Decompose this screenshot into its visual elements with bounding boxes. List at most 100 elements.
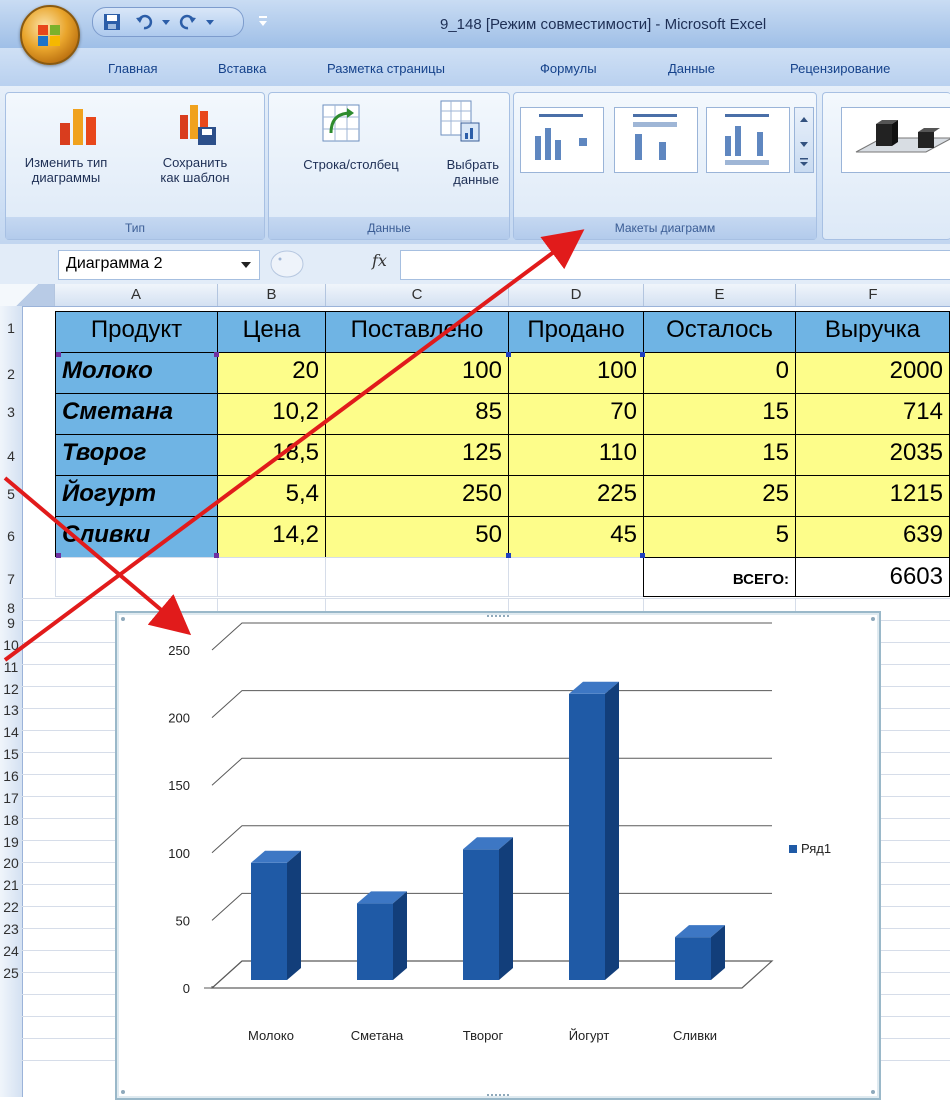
cell-e1[interactable]: Осталось: [643, 311, 796, 353]
cell-e4[interactable]: 15: [643, 434, 796, 476]
cell-d3[interactable]: 70: [508, 393, 644, 435]
cell-a1[interactable]: Продукт: [55, 311, 218, 353]
row-header-24[interactable]: 24: [0, 943, 22, 959]
row-header-1[interactable]: 1: [0, 320, 22, 336]
row-header-25[interactable]: 25: [0, 965, 22, 981]
cell-f2[interactable]: 2000: [795, 352, 950, 394]
cell-f4[interactable]: 2035: [795, 434, 950, 476]
range-handle[interactable]: [506, 553, 511, 558]
save-as-template-icon[interactable]: [174, 101, 220, 147]
chart-resize-handle-ne[interactable]: [869, 615, 877, 623]
cell-c6[interactable]: 50: [325, 516, 509, 558]
range-handle[interactable]: [506, 352, 511, 357]
row-header-14[interactable]: 14: [0, 724, 22, 740]
cell-c3[interactable]: 85: [325, 393, 509, 435]
change-chart-type-button[interactable]: Изменить тип диаграммы: [6, 155, 126, 185]
switch-row-column-icon[interactable]: [321, 103, 361, 143]
cell-f7[interactable]: 6603: [795, 557, 950, 597]
switch-row-column-button[interactable]: Строка/столбец: [281, 157, 421, 172]
cell-f6[interactable]: 639: [795, 516, 950, 558]
tab-review[interactable]: Рецензирование: [790, 61, 890, 76]
column-header-a[interactable]: A: [55, 284, 218, 306]
cell-a5[interactable]: Йогурт: [55, 475, 218, 517]
row-header-3[interactable]: 3: [0, 404, 22, 420]
cell-a2[interactable]: Молоко: [55, 352, 218, 394]
layouts-scroll[interactable]: [794, 107, 814, 173]
range-handle[interactable]: [640, 553, 645, 558]
cell-d2[interactable]: 100: [508, 352, 644, 394]
cell-a7[interactable]: [55, 557, 218, 597]
customize-qat-icon[interactable]: [258, 14, 268, 28]
redo-dropdown-icon[interactable]: [205, 13, 215, 31]
chart-resize-handle-sw[interactable]: [119, 1088, 127, 1096]
row-header-15[interactable]: 15: [0, 746, 22, 762]
formula-input[interactable]: [400, 250, 950, 280]
chart-layout-1[interactable]: [520, 107, 604, 173]
chart-resize-handle-nw[interactable]: [119, 615, 127, 623]
row-header-13[interactable]: 13: [0, 702, 22, 718]
cell-d1[interactable]: Продано: [508, 311, 644, 353]
column-header-b[interactable]: B: [218, 284, 326, 306]
name-box-dropdown-icon[interactable]: [240, 260, 252, 270]
row-header-6[interactable]: 6: [0, 528, 22, 544]
row-header-12[interactable]: 12: [0, 681, 22, 697]
chart-resize-handle-n[interactable]: [483, 613, 513, 619]
range-handle[interactable]: [214, 553, 219, 558]
cell-e6[interactable]: 5: [643, 516, 796, 558]
range-handle[interactable]: [56, 553, 61, 558]
cell-d7[interactable]: [508, 557, 644, 597]
cell-b6[interactable]: 14,2: [217, 516, 326, 558]
cell-b1[interactable]: Цена: [217, 311, 326, 353]
cell-c5[interactable]: 250: [325, 475, 509, 517]
row-header-23[interactable]: 23: [0, 921, 22, 937]
office-button[interactable]: [20, 5, 80, 65]
column-header-e[interactable]: E: [644, 284, 796, 306]
row-header-22[interactable]: 22: [0, 899, 22, 915]
cell-b7[interactable]: [217, 557, 326, 597]
tab-home[interactable]: Главная: [108, 61, 157, 76]
column-header-d[interactable]: D: [509, 284, 644, 306]
cell-e7[interactable]: ВСЕГО:: [643, 557, 796, 597]
insert-function-button[interactable]: fx: [372, 251, 387, 270]
redo-icon[interactable]: [179, 13, 197, 31]
column-header-f[interactable]: F: [796, 284, 950, 306]
embedded-chart[interactable]: 0 50 100 150 200 250 Молоко Сметана Творог Йогур…: [115, 611, 881, 1100]
change-chart-type-icon[interactable]: [58, 105, 100, 147]
row-header-11[interactable]: 11: [0, 659, 22, 675]
cell-b5[interactable]: 5,4: [217, 475, 326, 517]
range-handle[interactable]: [214, 352, 219, 357]
range-handle[interactable]: [56, 352, 61, 357]
save-icon[interactable]: [103, 13, 121, 31]
range-handle[interactable]: [640, 352, 645, 357]
cell-a6[interactable]: Сливки: [55, 516, 218, 558]
row-header-10[interactable]: 10: [0, 637, 22, 653]
tab-page-layout[interactable]: Разметка страницы: [327, 61, 445, 76]
cell-e3[interactable]: 15: [643, 393, 796, 435]
row-header-5[interactable]: 5: [0, 486, 22, 502]
row-header-18[interactable]: 18: [0, 812, 22, 828]
cell-e5[interactable]: 25: [643, 475, 796, 517]
cell-c4[interactable]: 125: [325, 434, 509, 476]
chart-layout-2[interactable]: [614, 107, 698, 173]
cell-b4[interactable]: 18,5: [217, 434, 326, 476]
tab-insert[interactable]: Вставка: [218, 61, 266, 76]
chart-resize-handle-se[interactable]: [869, 1088, 877, 1096]
cell-d6[interactable]: 45: [508, 516, 644, 558]
chart-resize-handle-s[interactable]: [483, 1092, 513, 1098]
cell-c2[interactable]: 100: [325, 352, 509, 394]
row-header-9[interactable]: 9: [0, 615, 22, 631]
row-header-16[interactable]: 16: [0, 768, 22, 784]
row-header-7[interactable]: 7: [0, 571, 22, 587]
cell-c7[interactable]: [325, 557, 509, 597]
row-header-4[interactable]: 4: [0, 448, 22, 464]
cell-d4[interactable]: 110: [508, 434, 644, 476]
select-data-button[interactable]: Выбрать данные: [419, 157, 499, 187]
cell-b3[interactable]: 10,2: [217, 393, 326, 435]
cell-e2[interactable]: 0: [643, 352, 796, 394]
cell-a3[interactable]: Сметана: [55, 393, 218, 435]
row-header-17[interactable]: 17: [0, 790, 22, 806]
cell-f5[interactable]: 1215: [795, 475, 950, 517]
save-as-template-button[interactable]: Сохранить как шаблон: [136, 155, 254, 185]
row-header-19[interactable]: 19: [0, 834, 22, 850]
cell-f1[interactable]: Выручка: [795, 311, 950, 353]
